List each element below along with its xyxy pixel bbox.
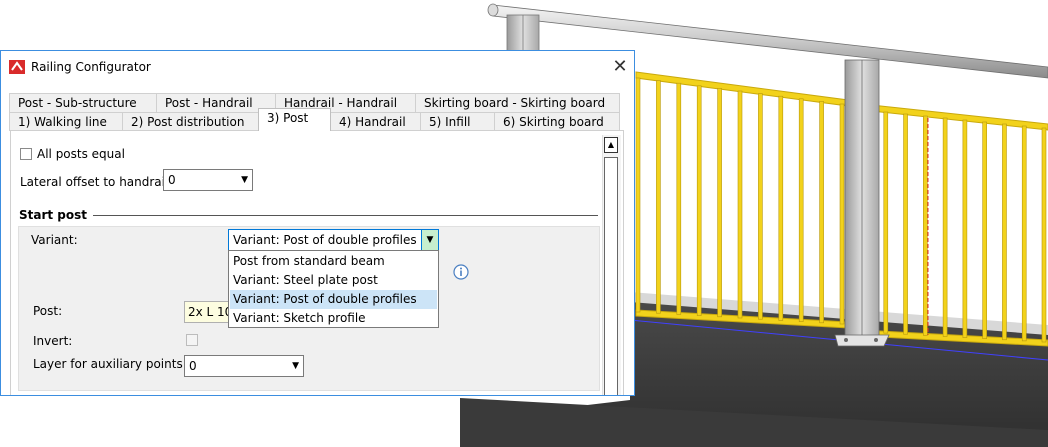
baluster: [717, 88, 722, 318]
invert-checkbox[interactable]: [186, 334, 198, 346]
lateral-offset-combo[interactable]: 0 ▼: [163, 169, 253, 191]
scrollbar-thumb[interactable]: [604, 157, 618, 395]
baluster: [758, 93, 763, 320]
start-post-section-title: Start post: [19, 208, 88, 222]
baluster: [696, 85, 702, 316]
layer-combo[interactable]: 0 ▼: [184, 355, 304, 377]
baluster: [942, 117, 948, 337]
baluster: [982, 121, 987, 339]
post-profile-field[interactable]: 2x L 100: [184, 301, 232, 323]
tab-skirting-board[interactable]: 6) Skirting board: [494, 112, 620, 131]
all-posts-equal-label: All posts equal: [37, 147, 125, 161]
tab-post[interactable]: 3) Post: [258, 108, 331, 131]
railing-configurator-app-icon: [9, 60, 25, 74]
variant-dropdown-list[interactable]: Post from standard beam Variant: Steel p…: [228, 250, 439, 328]
tab-post-sub-structure[interactable]: Post - Sub-structure: [9, 93, 157, 112]
tab-walking-line[interactable]: 1) Walking line: [9, 112, 123, 131]
baluster: [1002, 123, 1007, 341]
baluster: [923, 115, 928, 336]
lateral-offset-value: 0: [168, 173, 176, 187]
variant-option-double-profiles[interactable]: Variant: Post of double profiles: [230, 290, 437, 309]
variant-option-steel-plate[interactable]: Variant: Steel plate post: [230, 271, 437, 290]
tab-infill[interactable]: 5) Infill: [420, 112, 495, 131]
close-icon[interactable]: ✕: [610, 57, 630, 77]
invert-label: Invert:: [33, 334, 73, 348]
baluster: [819, 101, 824, 324]
variant-combo[interactable]: Variant: Post of double profiles ▼: [228, 229, 439, 251]
baluster: [1041, 127, 1047, 343]
chevron-down-icon[interactable]: ▼: [421, 230, 438, 250]
tab-skirting-board-skirting-board[interactable]: Skirting board - Skirting board: [415, 93, 620, 112]
layer-value: 0: [189, 359, 197, 373]
all-posts-equal-checkbox[interactable]: [20, 148, 32, 160]
baluster: [778, 95, 784, 321]
variant-option-standard-beam[interactable]: Post from standard beam: [230, 252, 437, 271]
post-base-plate: [834, 334, 890, 347]
baluster: [1021, 125, 1027, 342]
lateral-offset-label: Lateral offset to handrail:: [20, 175, 173, 189]
baluster: [839, 103, 845, 325]
baluster: [798, 98, 804, 322]
variant-value: Variant: Post of double profiles: [233, 233, 417, 247]
baluster: [676, 82, 682, 315]
scroll-up-icon[interactable]: ▲: [604, 137, 618, 153]
post-label: Post:: [33, 304, 63, 318]
baluster: [883, 111, 889, 334]
chevron-down-icon: ▼: [241, 175, 248, 185]
layer-label: Layer for auxiliary points:: [33, 357, 187, 371]
window-title: Railing Configurator: [31, 60, 151, 74]
info-icon[interactable]: [453, 264, 469, 280]
vertical-scrollbar[interactable]: ▲: [602, 135, 621, 395]
tab-handrail[interactable]: 4) Handrail: [330, 112, 421, 131]
variant-label: Variant:: [31, 233, 78, 247]
variant-option-sketch-profile[interactable]: Variant: Sketch profile: [230, 309, 437, 328]
title-bar[interactable]: Railing Configurator ✕: [1, 51, 634, 83]
baluster: [635, 77, 641, 313]
tab-post-distribution[interactable]: 2) Post distribution: [122, 112, 259, 131]
baluster: [737, 90, 743, 319]
chevron-down-icon: ▼: [292, 361, 299, 371]
railing-configurator-dialog: Railing Configurator ✕ Post - Sub-struct…: [0, 50, 635, 396]
baluster: [903, 113, 908, 335]
baluster: [656, 80, 661, 314]
baluster: [962, 119, 968, 338]
section-divider: [93, 215, 598, 216]
